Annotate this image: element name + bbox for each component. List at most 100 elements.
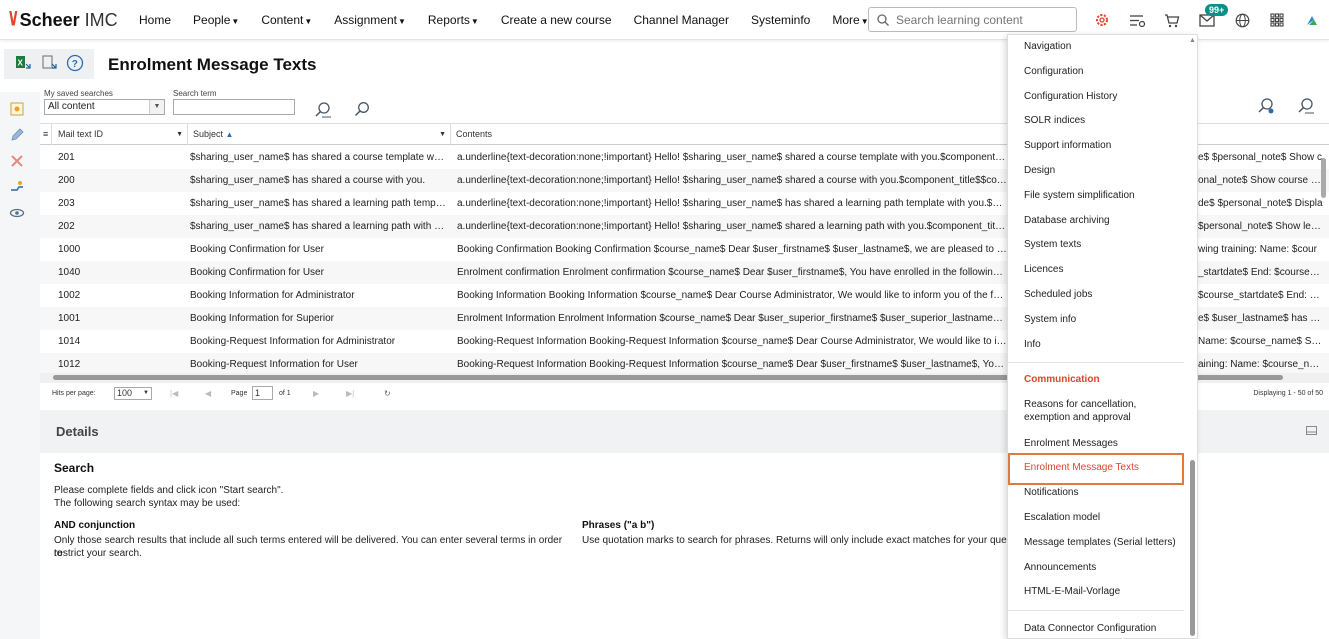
next-page-icon[interactable]: ▶ bbox=[313, 389, 319, 398]
cell-subject: Booking Information for Superior bbox=[190, 313, 334, 324]
cell-id: 203 bbox=[58, 198, 75, 209]
user-avatar-icon[interactable] bbox=[1302, 10, 1322, 30]
menu-item-configuration[interactable]: Configuration bbox=[1024, 65, 1083, 78]
column-header-id[interactable]: Mail text ID ▼ bbox=[53, 124, 188, 145]
gear-icon[interactable] bbox=[1092, 10, 1112, 30]
app-grid-icon[interactable] bbox=[1267, 10, 1287, 30]
first-page-icon[interactable]: |◀ bbox=[170, 389, 178, 398]
scroll-up-icon[interactable]: ▲ bbox=[1189, 37, 1196, 44]
reset-search-icon[interactable] bbox=[1297, 97, 1315, 118]
help-intro-line-2: The following search syntax may be used: bbox=[54, 498, 241, 509]
nav-item-channel-manager[interactable]: Channel Manager bbox=[634, 13, 729, 27]
search-term-input[interactable] bbox=[173, 99, 295, 115]
cell-contents-tail: onal_note$ Show course in F bbox=[1198, 175, 1323, 186]
task-list-icon[interactable] bbox=[1127, 10, 1147, 30]
cell-subject: Booking-Request Information for User bbox=[190, 359, 358, 370]
search-input[interactable] bbox=[896, 12, 1066, 27]
app-logo[interactable]: \/ Scheer IMC bbox=[9, 9, 118, 31]
caret-down-icon: ▼ bbox=[397, 17, 406, 26]
previous-page-icon[interactable]: ◀ bbox=[205, 389, 211, 398]
cell-contents: Enrolment confirmation Enrolment confirm… bbox=[457, 267, 1007, 278]
cell-contents: Enrolment Information Enrolment Informat… bbox=[457, 313, 1007, 324]
menu-item-support-information[interactable]: Support information bbox=[1024, 139, 1111, 152]
menu-item-design[interactable]: Design bbox=[1024, 164, 1055, 177]
grid-vertical-scrollbar[interactable] bbox=[1320, 150, 1327, 370]
export-document-icon[interactable] bbox=[40, 54, 58, 75]
dropdown-arrow-icon: ▼ bbox=[149, 100, 164, 114]
search-icon bbox=[877, 13, 889, 26]
menu-item-html-email-template[interactable]: HTML-E-Mail-Vorlage bbox=[1024, 585, 1120, 598]
menu-item-navigation[interactable]: Navigation bbox=[1024, 40, 1071, 53]
help-intro-line-1: Please complete fields and click icon "S… bbox=[54, 485, 284, 496]
cell-id: 1012 bbox=[58, 359, 81, 370]
new-item-icon[interactable] bbox=[8, 100, 26, 118]
dropdown-arrow-icon: ▼ bbox=[143, 390, 149, 396]
menu-item-escalation-model[interactable]: Escalation model bbox=[1024, 511, 1100, 524]
menu-item-licences[interactable]: Licences bbox=[1024, 263, 1063, 276]
nav-item-content[interactable]: Content▼ bbox=[261, 13, 312, 27]
cell-contents: a.underline{text-decoration:none;!import… bbox=[457, 175, 1007, 186]
panel-toggle-icon[interactable] bbox=[1306, 426, 1317, 438]
svg-text:?: ? bbox=[72, 59, 78, 70]
delete-icon[interactable] bbox=[8, 152, 26, 170]
menu-item-reasons-cancellation[interactable]: Reasons for cancellation, exemption and a… bbox=[1024, 398, 1136, 424]
sort-ascending-icon: ▲ bbox=[225, 130, 234, 139]
globe-icon[interactable] bbox=[1232, 10, 1252, 30]
menu-item-info[interactable]: Info bbox=[1024, 338, 1041, 351]
caret-down-icon: ▼ bbox=[470, 17, 479, 26]
page-number-input[interactable]: 1 bbox=[252, 386, 273, 400]
menu-item-database-archiving[interactable]: Database archiving bbox=[1024, 214, 1110, 227]
nav-item-assignment[interactable]: Assignment▼ bbox=[334, 13, 406, 27]
edit-pencil-icon[interactable] bbox=[8, 126, 26, 144]
column-dropdown-icon[interactable]: ▼ bbox=[176, 124, 183, 145]
menu-item-file-system-simplification[interactable]: File system simplification bbox=[1024, 189, 1135, 202]
menu-item-scheduled-jobs[interactable]: Scheduled jobs bbox=[1024, 288, 1092, 301]
nav-item-systeminfo[interactable]: Systeminfo bbox=[751, 13, 810, 27]
cell-subject: Booking-Request Information for Administ… bbox=[190, 336, 396, 347]
menu-item-announcements[interactable]: Announcements bbox=[1024, 561, 1096, 574]
cell-contents: a.underline{text-decoration:none;!import… bbox=[457, 198, 1007, 209]
cell-contents: Booking Confirmation Booking Confirmatio… bbox=[457, 244, 1007, 255]
assign-icon[interactable] bbox=[8, 178, 26, 196]
cell-contents-tail: _startdate$ End: $course_en bbox=[1198, 267, 1323, 278]
help-icon[interactable]: ? bbox=[66, 54, 84, 75]
menu-item-system-texts[interactable]: System texts bbox=[1024, 238, 1081, 251]
last-page-icon[interactable]: ▶| bbox=[346, 389, 354, 398]
nav-item-more[interactable]: More▼ bbox=[832, 13, 868, 27]
logo-product: IMC bbox=[84, 9, 118, 30]
menu-item-message-templates[interactable]: Message templates (Serial letters) bbox=[1024, 536, 1176, 549]
menu-item-solr-indices[interactable]: SOLR indices bbox=[1024, 114, 1085, 127]
saved-search-icon[interactable] bbox=[1257, 97, 1275, 118]
scrollbar-thumb[interactable] bbox=[1321, 158, 1326, 198]
menu-item-enrolment-messages[interactable]: Enrolment Messages bbox=[1024, 437, 1118, 450]
column-header-subject[interactable]: Subject ▲ ▼ bbox=[188, 124, 451, 145]
column-dropdown-icon[interactable]: ▼ bbox=[439, 124, 446, 145]
global-search[interactable] bbox=[868, 7, 1077, 32]
nav-item-create-course[interactable]: Create a new course bbox=[501, 13, 612, 27]
phrases-title: Phrases ("a b") bbox=[582, 520, 655, 531]
cell-contents-tail: de$ $personal_note$ Displa bbox=[1198, 198, 1323, 209]
menu-scrollbar[interactable] bbox=[1190, 460, 1195, 636]
menu-item-data-connector-configuration[interactable]: Data Connector Configuration bbox=[1024, 622, 1156, 635]
start-search-icon[interactable] bbox=[354, 101, 370, 120]
page-count: of 1 bbox=[279, 390, 291, 397]
menu-item-configuration-history[interactable]: Configuration History bbox=[1024, 90, 1117, 103]
nav-item-home[interactable]: Home bbox=[139, 13, 171, 27]
nav-item-reports[interactable]: Reports▼ bbox=[428, 13, 479, 27]
excel-export-icon[interactable]: X bbox=[14, 54, 32, 75]
cell-contents-tail: $personal_note$ Show learr bbox=[1198, 221, 1323, 232]
hits-per-page-select[interactable]: 100 ▼ bbox=[114, 387, 152, 400]
menu-item-enrolment-message-texts[interactable]: Enrolment Message Texts bbox=[1024, 461, 1139, 474]
column-menu-icon[interactable]: ≡ bbox=[40, 124, 52, 145]
saved-searches-select[interactable]: All content ▼ bbox=[44, 99, 165, 115]
cell-contents: Booking-Request Information Booking-Requ… bbox=[457, 359, 1007, 370]
saved-searches-value: All content bbox=[48, 101, 95, 112]
advanced-search-icon[interactable] bbox=[314, 101, 332, 122]
menu-item-system-info[interactable]: System info bbox=[1024, 313, 1076, 326]
cell-contents: a.underline{text-decoration:none;!import… bbox=[457, 152, 1007, 163]
cart-icon[interactable] bbox=[1162, 10, 1182, 30]
nav-item-people[interactable]: People▼ bbox=[193, 13, 239, 27]
view-eye-icon[interactable] bbox=[8, 204, 26, 222]
menu-item-notifications[interactable]: Notifications bbox=[1024, 486, 1078, 499]
refresh-icon[interactable]: ↻ bbox=[384, 389, 391, 398]
